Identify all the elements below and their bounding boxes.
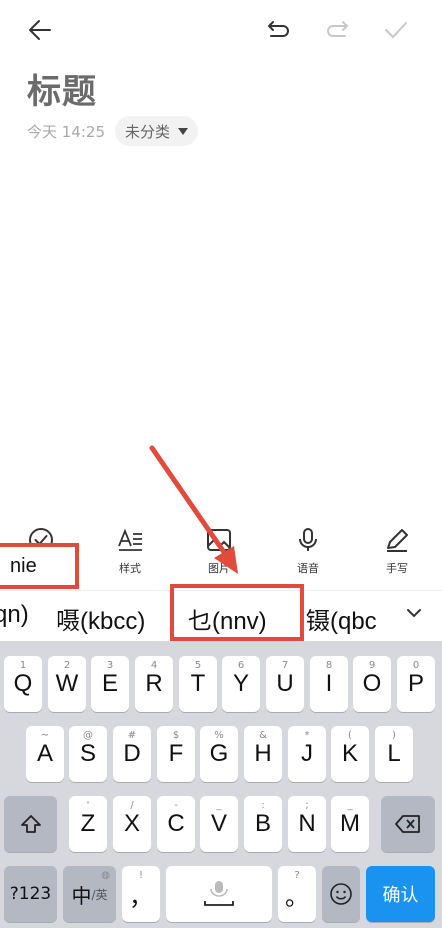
emoji-key[interactable] xyxy=(322,866,360,922)
redo-icon xyxy=(327,21,348,37)
caret-down-icon xyxy=(178,127,189,135)
undo-button[interactable] xyxy=(260,12,296,48)
back-button[interactable] xyxy=(22,12,58,48)
text-style-icon xyxy=(118,528,142,551)
numeric-key[interactable]: ?123 xyxy=(4,866,57,922)
key-b[interactable]: :B xyxy=(244,796,282,852)
composing-text: nie xyxy=(10,555,37,577)
key-y[interactable]: 6Y xyxy=(222,656,260,712)
handwriting-icon xyxy=(387,529,408,552)
toolbar-handwriting[interactable]: 手写 xyxy=(362,526,432,576)
toolbar-voice[interactable]: 语音 xyxy=(273,526,343,576)
category-label: 未分类 xyxy=(125,122,171,141)
language-toggle-key[interactable]: ◍ 中/英 xyxy=(63,866,116,922)
toolbar-style-label: 样式 xyxy=(119,562,141,575)
key-c[interactable]: -C xyxy=(157,796,195,852)
undo-icon xyxy=(268,21,289,37)
collapse-candidates-button[interactable] xyxy=(396,595,432,631)
emoji-icon xyxy=(330,883,352,905)
keyboard: 1Q 2W 3E 4R 5T 6Y 7U 8I 9O 0P ~ A @ S # D $… xyxy=(0,641,442,928)
toolbar-style[interactable]: 样式 xyxy=(95,526,165,576)
candidate-highlight xyxy=(170,584,304,641)
candidate-item[interactable]: 镊(qbc xyxy=(306,601,377,636)
key-t[interactable]: 5T xyxy=(179,656,217,712)
key-w[interactable]: 2W xyxy=(48,656,86,712)
comma-key[interactable]: !， xyxy=(122,866,160,922)
chevron-down-icon xyxy=(407,609,421,618)
note-meta: 今天 14:25 未分类 xyxy=(27,116,199,146)
key-u[interactable]: 7U xyxy=(266,656,304,712)
key-m[interactable]: _ M xyxy=(331,796,369,852)
note-title[interactable]: 标题 xyxy=(27,64,97,113)
confirm-key[interactable]: 确认 xyxy=(366,866,435,922)
key-s[interactable]: @ S xyxy=(69,726,107,782)
key-d[interactable]: # D xyxy=(113,726,151,782)
backspace-icon xyxy=(395,815,420,833)
key-v[interactable]: _ V xyxy=(200,796,238,852)
key-l[interactable]: ) L xyxy=(375,726,413,782)
toolbar-handwriting-label: 手写 xyxy=(386,562,408,575)
key-p[interactable]: 0P xyxy=(397,656,435,712)
key-z[interactable]: ' Z xyxy=(69,796,107,852)
key-n[interactable]: ; N xyxy=(288,796,326,852)
numeric-key-label: ?123 xyxy=(9,884,52,904)
key-g[interactable]: % G xyxy=(200,726,238,782)
candidate-item[interactable]: 嗫(kbcc) xyxy=(56,601,145,636)
category-dropdown[interactable]: 未分类 xyxy=(115,116,199,146)
toolbar-image-label: 图片 xyxy=(208,562,230,575)
note-date: 今天 14:25 xyxy=(27,122,105,141)
microphone-icon xyxy=(299,528,317,551)
key-o[interactable]: 9O xyxy=(353,656,391,712)
key-j[interactable]: * J xyxy=(288,726,326,782)
key-f[interactable]: $ F xyxy=(157,726,195,782)
toolbar-image[interactable]: 图片 xyxy=(184,526,254,576)
globe-icon: ◍ xyxy=(101,870,110,881)
key-r[interactable]: 4R xyxy=(135,656,173,712)
key-e[interactable]: 3E xyxy=(91,656,129,712)
key-k[interactable]: (K xyxy=(331,726,369,782)
microphone-icon xyxy=(204,881,234,906)
space-key[interactable] xyxy=(166,866,272,922)
check-icon xyxy=(385,22,407,38)
done-button[interactable] xyxy=(378,12,414,48)
redo-button[interactable] xyxy=(320,12,356,48)
candidate-item[interactable]: qn) xyxy=(0,601,29,629)
image-icon xyxy=(207,529,231,551)
shift-key[interactable] xyxy=(4,796,57,852)
backspace-key[interactable] xyxy=(381,796,435,852)
key-x[interactable]: / X xyxy=(113,796,151,852)
toolbar-voice-label: 语音 xyxy=(297,562,319,575)
composing-highlight: nie xyxy=(0,543,79,589)
key-h[interactable]: & H xyxy=(244,726,282,782)
period-key[interactable]: ?。 xyxy=(278,866,316,922)
arrow-left-icon xyxy=(29,20,51,40)
confirm-key-label: 确认 xyxy=(382,885,419,905)
key-a[interactable]: ~ A xyxy=(26,726,64,782)
key-i[interactable]: 8I xyxy=(310,656,348,712)
key-q[interactable]: 1Q xyxy=(4,656,42,712)
shift-icon xyxy=(20,815,41,833)
